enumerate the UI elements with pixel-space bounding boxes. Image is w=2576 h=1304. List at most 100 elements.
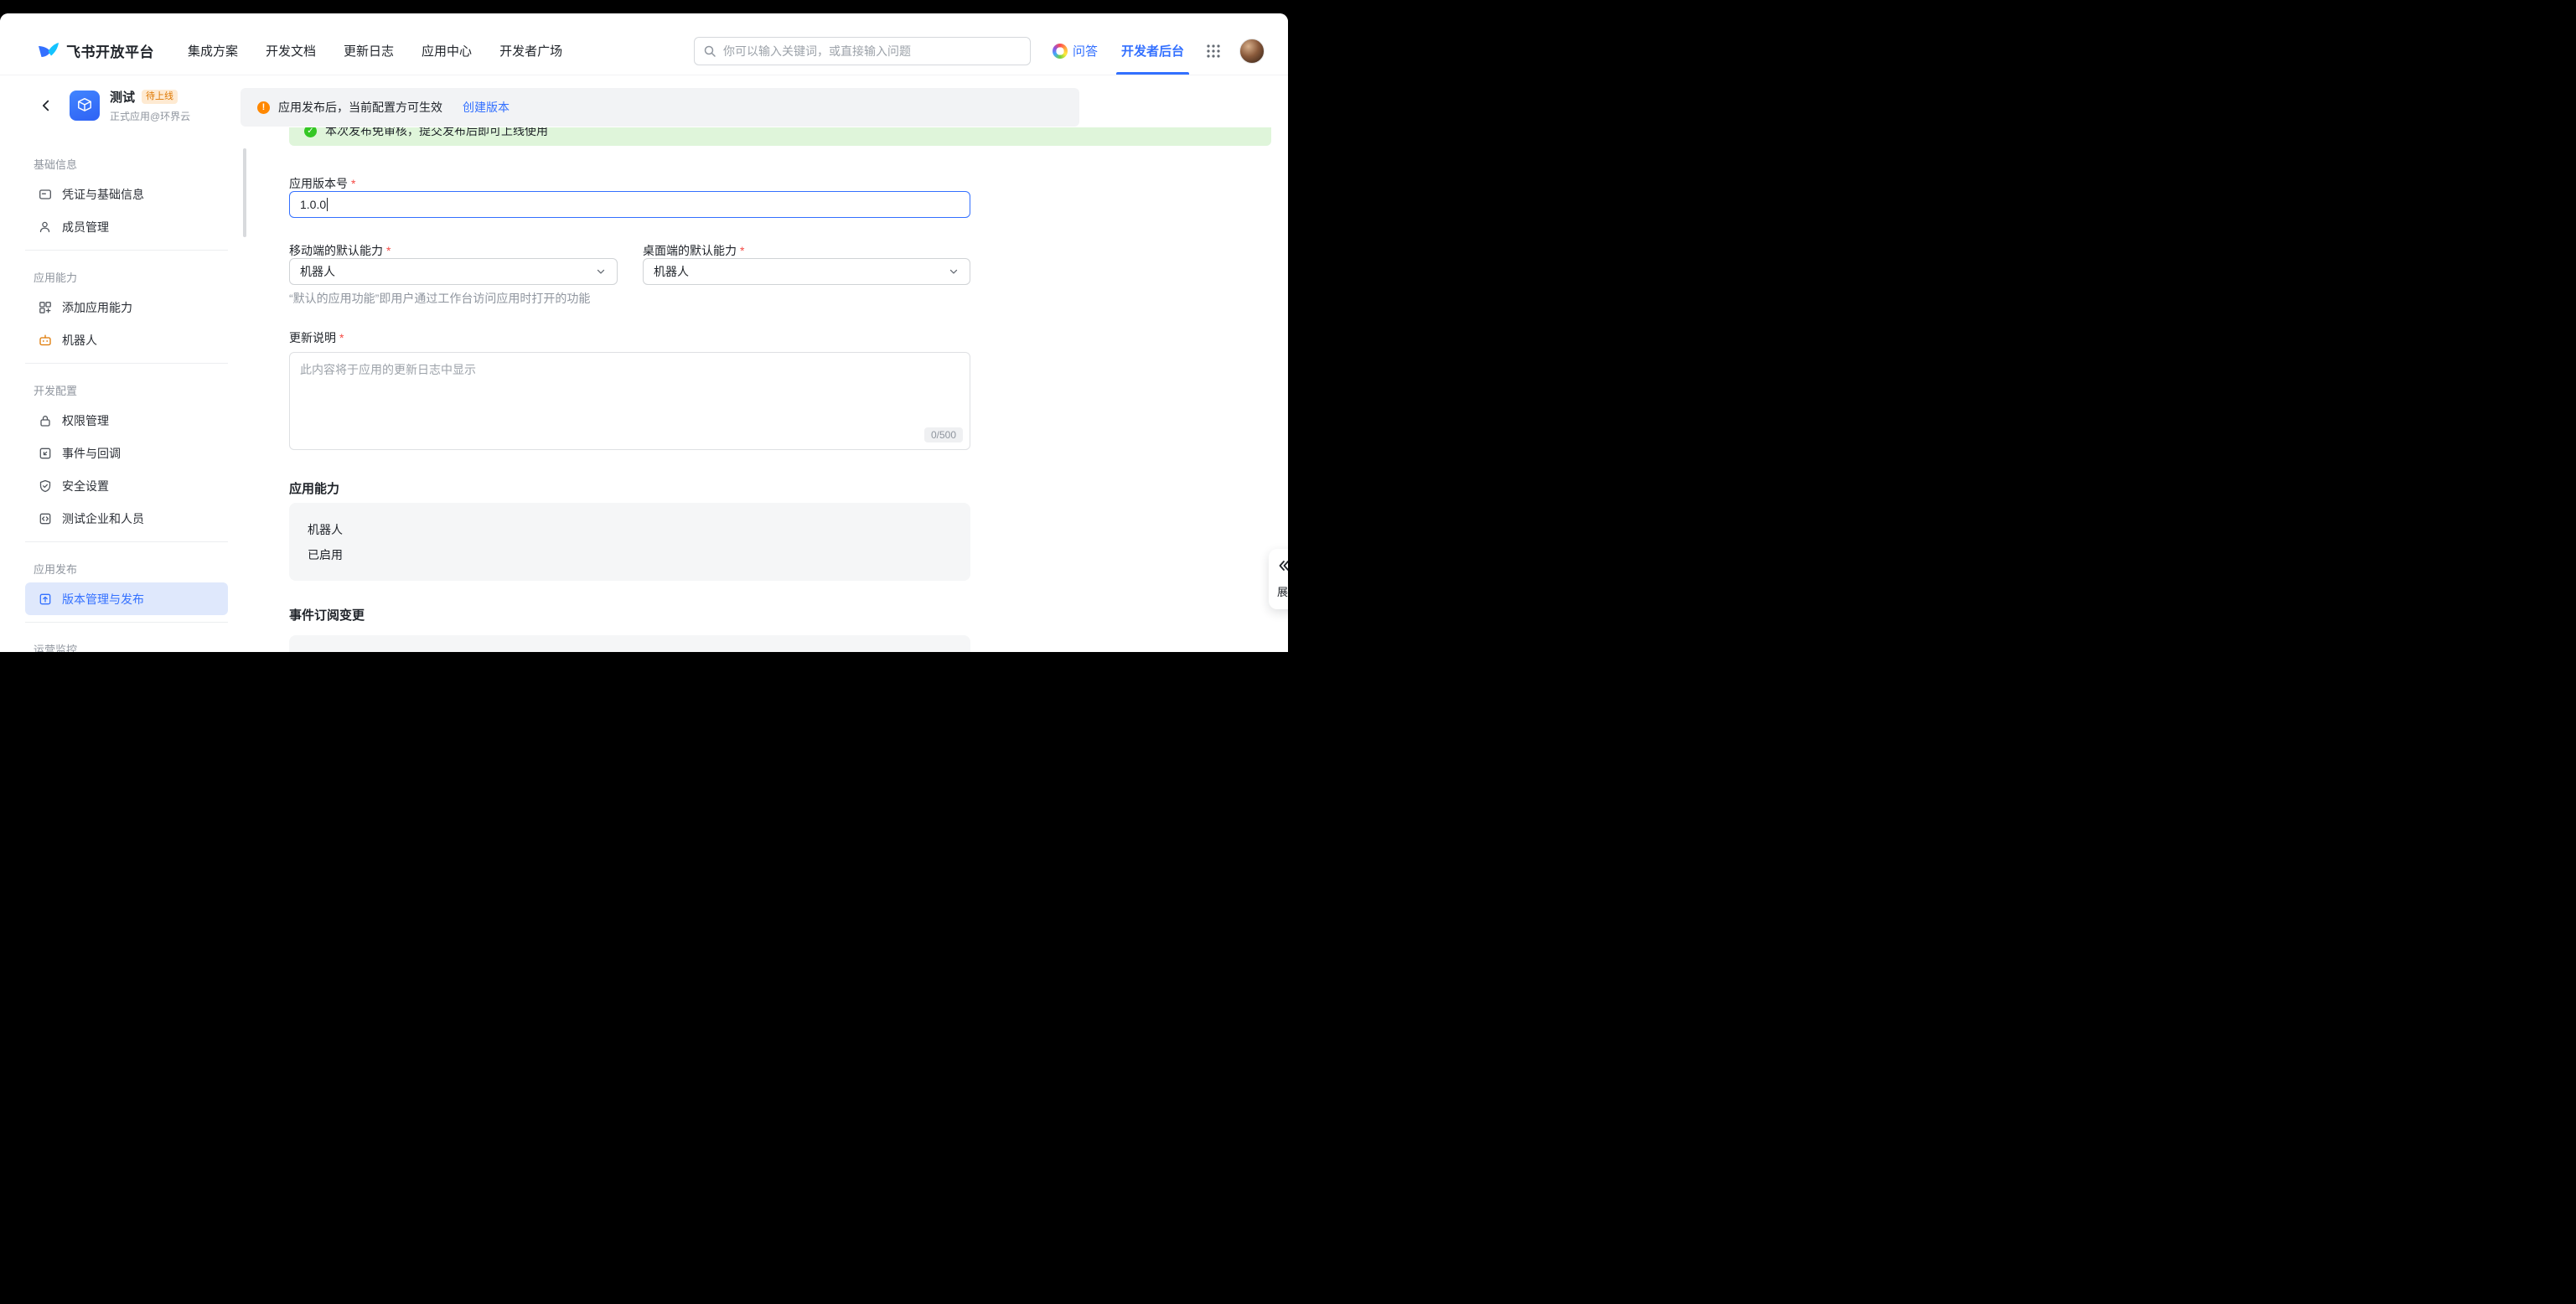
app-icon [70,91,100,121]
app-name: 测试 [110,88,135,106]
release-notes-label: 更新说明* [289,329,344,346]
user-avatar[interactable] [1239,39,1265,64]
capability-summary-box: 机器人 已启用 [289,503,970,581]
robot-icon [39,334,52,347]
sidebar-item-test-enterprise[interactable]: 测试企业和人员 [25,502,228,535]
qa-ring-icon [1053,44,1068,59]
app-subtitle: 正式应用@环界云 [110,109,190,123]
capability-section-heading: 应用能力 [289,479,339,497]
sidebar-item-label: 机器人 [62,332,97,349]
capability-name: 机器人 [308,521,952,538]
sidebar-item-permissions[interactable]: 权限管理 [25,404,228,437]
active-tab-underline [1116,72,1189,75]
sidebar-item-label: 事件与回调 [62,445,121,462]
alert-message: 应用发布后，当前配置方可生效 [278,99,442,116]
desktop-capability-value: 机器人 [654,263,689,280]
sidebar-section-basic: 基础信息 凭证与基础信息 成员管理 [25,153,228,251]
sidebar-item-label: 安全设置 [62,478,109,494]
app-context-bar: 测试 待上线 正式应用@环界云 ! 应用发布后，当前配置方可生效 创建版本 [0,75,1288,127]
sidebar-item-label: 凭证与基础信息 [62,186,144,203]
capability-status: 已启用 [308,546,952,563]
back-button[interactable] [38,97,54,114]
sidebar-section-title: 应用发布 [25,557,228,582]
sidebar: 基础信息 凭证与基础信息 成员管理 应用能力 [25,147,228,652]
double-chevron-left-icon [1277,559,1288,572]
nav-app-center[interactable]: 应用中心 [422,42,472,60]
required-asterisk: * [386,244,391,257]
warning-icon: ! [257,101,270,114]
expand-drawer-button[interactable]: 展开 [1269,549,1288,609]
create-version-link[interactable]: 创建版本 [463,99,510,116]
text-cursor [327,198,328,211]
sidebar-section-release: 应用发布 版本管理与发布 [25,542,228,623]
id-card-icon [39,188,52,201]
mobile-capability-select[interactable]: 机器人 [289,258,618,285]
sidebar-scrollbar[interactable] [243,148,246,237]
sidebar-section-title: 运营监控 [25,638,228,652]
sidebar-item-version-release[interactable]: 版本管理与发布 [25,582,228,615]
sidebar-item-label: 成员管理 [62,219,109,235]
chevron-down-icon [948,266,960,277]
sidebar-item-label: 测试企业和人员 [62,510,144,527]
release-notes-textarea[interactable] [290,353,970,449]
browser-window: 飞书开放平台 集成方案 开发文档 更新日志 应用中心 开发者广场 问答 [0,13,1288,652]
grid-icon [1206,44,1221,59]
desktop-capability-label: 桌面端的默认能力* [643,242,744,259]
sidebar-section-title: 基础信息 [25,153,228,178]
app-launcher-button[interactable] [1206,44,1221,59]
default-capability-hint: “默认的应用功能”即用户通过工作台访问应用时打开的功能 [289,290,590,307]
brand[interactable]: 飞书开放平台 [38,40,154,61]
search-input[interactable] [723,44,1022,58]
grid-plus-icon [39,301,52,314]
chevron-left-icon [39,98,54,113]
sidebar-item-members[interactable]: 成员管理 [25,210,228,243]
release-notes-textarea-wrap: 0/500 [289,352,970,450]
code-brackets-icon [39,512,52,525]
sidebar-item-add-capability[interactable]: 添加应用能力 [25,291,228,323]
desktop-capability-select[interactable]: 机器人 [643,258,970,285]
header-right-cluster: 问答 开发者后台 [1053,39,1265,64]
sidebar-item-events-callbacks[interactable]: 事件与回调 [25,437,228,469]
shield-check-icon [39,479,52,493]
brand-title: 飞书开放平台 [66,40,154,61]
version-input[interactable]: 1.0.0 [289,191,970,218]
screen: 飞书开放平台 集成方案 开发文档 更新日志 应用中心 开发者广场 问答 [0,0,1288,652]
qa-label: 问答 [1073,42,1098,60]
sidebar-item-robot[interactable]: 机器人 [25,323,228,356]
person-icon [39,220,52,234]
feishu-logo-icon [38,42,59,60]
sidebar-item-security[interactable]: 安全设置 [25,469,228,502]
events-summary-box [289,635,970,652]
sidebar-item-label: 添加应用能力 [62,299,132,316]
top-navigation-bar: 飞书开放平台 集成方案 开发文档 更新日志 应用中心 开发者广场 问答 [0,13,1288,75]
nav-docs[interactable]: 开发文档 [266,42,316,60]
char-counter: 0/500 [924,427,963,442]
required-asterisk: * [351,177,355,190]
sidebar-section-title: 应用能力 [25,266,228,291]
qa-link[interactable]: 问答 [1053,42,1098,60]
required-asterisk: * [339,331,344,344]
required-asterisk: * [740,244,744,257]
box-arrow-icon [39,447,52,460]
events-section-heading: 事件订阅变更 [289,606,365,624]
version-value: 1.0.0 [300,198,326,211]
lock-icon [39,414,52,427]
developer-console-label: 开发者后台 [1121,44,1184,59]
top-black-bar [0,0,1288,13]
sidebar-section-dev-config: 开发配置 权限管理 事件与回调 [25,364,228,542]
sidebar-section-capabilities: 应用能力 添加应用能力 机器人 [25,251,228,364]
sidebar-item-credentials[interactable]: 凭证与基础信息 [25,178,228,210]
developer-console-tab[interactable]: 开发者后台 [1121,42,1184,60]
publish-alert-bar: ! 应用发布后，当前配置方可生效 创建版本 [241,88,1079,127]
sidebar-section-monitoring: 运营监控 [25,623,228,652]
global-search-box[interactable] [694,37,1031,65]
app-meta: 测试 待上线 正式应用@环界云 [110,88,190,123]
mobile-capability-value: 机器人 [300,263,335,280]
nav-dev-plaza[interactable]: 开发者广场 [499,42,562,60]
nav-integration[interactable]: 集成方案 [188,42,238,60]
expand-label: 展开 [1277,583,1288,599]
nav-changelog[interactable]: 更新日志 [344,42,394,60]
status-badge: 待上线 [142,90,178,104]
sidebar-item-label: 权限管理 [62,412,109,429]
sidebar-section-title: 开发配置 [25,379,228,404]
